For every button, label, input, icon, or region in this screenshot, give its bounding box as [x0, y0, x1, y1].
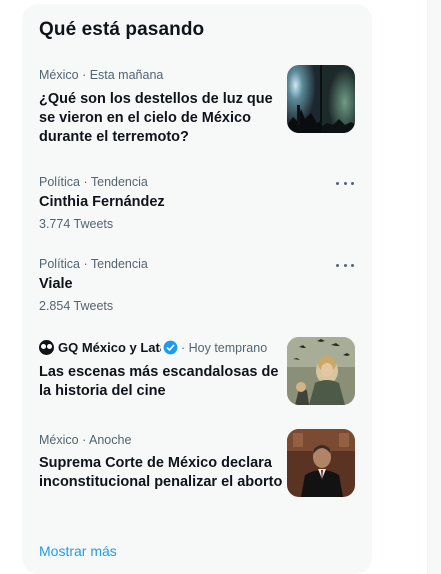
- trend-thumbnail[interactable]: [287, 429, 355, 497]
- trend-thumbnail[interactable]: [287, 65, 355, 133]
- show-more-link[interactable]: Mostrar más: [39, 543, 117, 559]
- trend-source-row: GQ México y Latam · Hoy temprano: [39, 340, 267, 355]
- trend-headline: Cinthia Fernández: [39, 194, 165, 210]
- trend-meta: Política · Tendencia: [39, 257, 148, 271]
- trend-headline: Suprema Corte de México declara inconsti…: [39, 455, 283, 490]
- film-scene-image: [287, 337, 355, 405]
- more-options-icon[interactable]: [334, 176, 356, 190]
- trend-source-name: GQ México y Latam: [58, 340, 161, 355]
- trend-thumbnail[interactable]: [287, 337, 355, 405]
- right-scroll-area: [427, 0, 441, 574]
- trend-time: · Hoy temprano: [181, 341, 268, 355]
- panel-title: Qué está pasando: [39, 19, 205, 40]
- more-options-icon[interactable]: [334, 258, 356, 272]
- gq-source-icon: [39, 340, 54, 355]
- court-judge-image: [287, 429, 355, 497]
- whats-happening-panel: Qué está pasando México · Esta mañana ¿Q…: [22, 4, 372, 574]
- trend-tweet-count: 3.774 Tweets: [39, 217, 114, 231]
- trend-tweet-count: 2.854 Tweets: [39, 299, 114, 313]
- night-sky-image: [287, 65, 355, 133]
- trend-meta: México · Esta mañana: [39, 68, 164, 82]
- trend-headline: Viale: [39, 276, 73, 292]
- trend-headline: ¿Qué son los destellos de luz que se vie…: [39, 91, 273, 145]
- trend-meta: Política · Tendencia: [39, 175, 148, 189]
- verified-badge-icon: [163, 340, 178, 355]
- trend-meta: México · Anoche: [39, 433, 132, 447]
- trend-headline: Las escenas más escandalosas de la histo…: [39, 364, 279, 399]
